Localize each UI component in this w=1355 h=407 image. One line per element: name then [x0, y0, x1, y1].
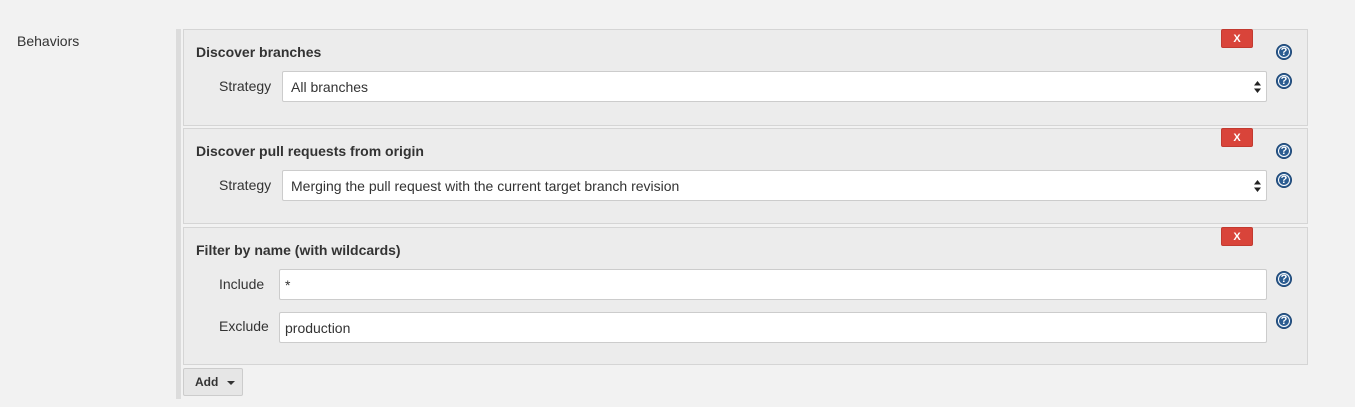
panel-title: Filter by name (with wildcards) [196, 242, 401, 258]
delete-button[interactable]: X [1221, 29, 1253, 48]
strategy-selected-value: Merging the pull request with the curren… [291, 178, 680, 194]
delete-button[interactable]: X [1221, 227, 1253, 246]
panel-filter-by-name: Filter by name (with wildcards) X Includ… [183, 227, 1308, 365]
strategy-select[interactable]: Merging the pull request with the curren… [282, 170, 1267, 201]
add-behavior-button[interactable]: Add [183, 368, 243, 396]
delete-button[interactable]: X [1221, 128, 1253, 147]
help-icon[interactable]: ? [1276, 44, 1292, 60]
help-icon[interactable]: ? [1276, 143, 1292, 159]
panel-title: Discover branches [196, 44, 322, 60]
behaviors-label: Behaviors [17, 33, 80, 49]
add-button-label: Add [195, 375, 219, 389]
exclude-input[interactable] [279, 312, 1267, 343]
help-icon[interactable]: ? [1276, 73, 1292, 89]
panel-title: Discover pull requests from origin [196, 143, 424, 159]
help-icon[interactable]: ? [1276, 271, 1292, 287]
select-arrows-icon [1254, 81, 1261, 93]
caret-down-icon [227, 381, 235, 385]
strategy-label: Strategy [219, 78, 272, 94]
strategy-selected-value: All branches [291, 79, 369, 95]
strategy-label: Strategy [219, 177, 272, 193]
behaviors-rail [176, 29, 181, 399]
panel-discover-branches: Discover branches X Strategy All branche… [183, 29, 1308, 126]
help-icon[interactable]: ? [1276, 313, 1292, 329]
help-icon[interactable]: ? [1276, 172, 1292, 188]
strategy-select[interactable]: All branches [282, 71, 1267, 102]
select-arrows-icon [1254, 180, 1261, 192]
include-label: Include [219, 276, 265, 292]
exclude-label: Exclude [219, 318, 269, 334]
panel-discover-pull-requests: Discover pull requests from origin X Str… [183, 128, 1308, 224]
include-input[interactable] [279, 269, 1267, 300]
